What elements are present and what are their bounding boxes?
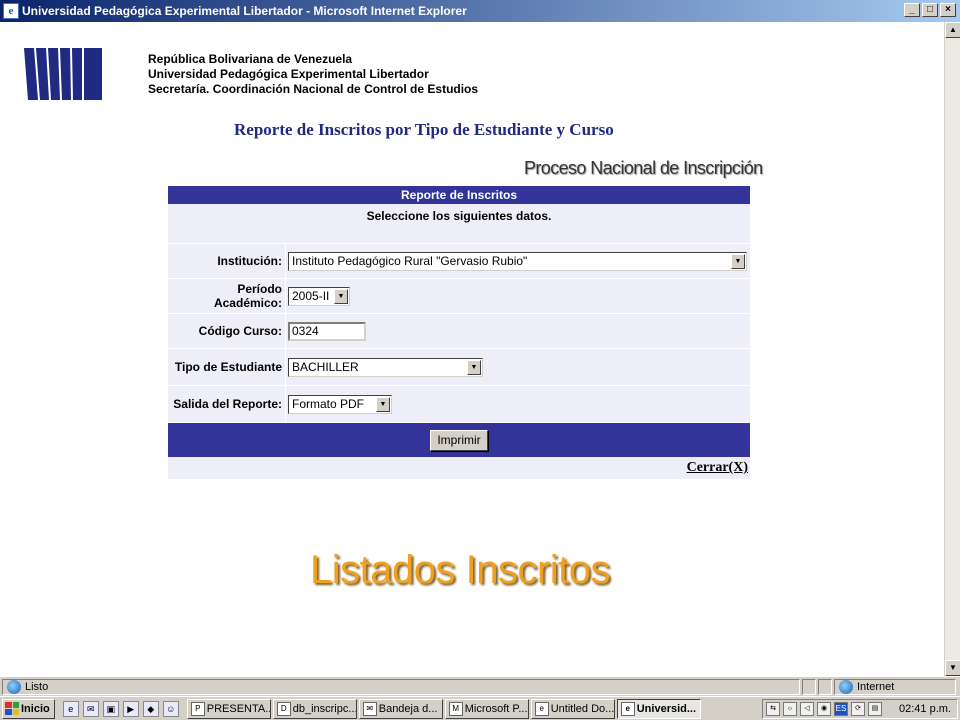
header-line-2: Universidad Pedagógica Experimental Libe… — [148, 67, 429, 81]
task-universidad[interactable]: e Universid... — [616, 698, 701, 719]
row-salida: Salida del Reporte: Formato PDF ▼ — [168, 386, 750, 423]
form-instruction: Seleccione los siguientes datos. — [168, 204, 750, 244]
header-line-1: República Bolivariana de Venezuela — [148, 52, 353, 66]
row-institucion: Institución: Instituto Pedagógico Rural … — [168, 244, 750, 279]
printer-icon[interactable]: ▤ — [868, 702, 882, 716]
form-footer: Cerrar(X) — [168, 457, 750, 479]
periodo-select[interactable]: 2005-II ▼ — [288, 286, 350, 306]
database-icon: D — [276, 701, 291, 716]
page-title: Reporte de Inscritos por Tipo de Estudia… — [234, 120, 614, 139]
salida-label: Salida del Reporte: — [168, 386, 286, 422]
tipo-select[interactable]: BACHILLER ▼ — [288, 357, 483, 377]
media-icon[interactable]: ▶ — [122, 700, 139, 717]
salida-select[interactable]: Formato PDF ▼ — [288, 394, 392, 414]
zone-text: Internet — [857, 680, 895, 693]
language-indicator[interactable]: ES — [834, 702, 848, 716]
periodo-label-line2: Académico: — [213, 296, 282, 310]
salida-value: Formato PDF — [292, 397, 365, 411]
minimize-button[interactable]: _ — [904, 3, 920, 17]
close-button[interactable]: × — [940, 3, 956, 17]
scroll-up-button[interactable]: ▲ — [945, 22, 960, 38]
tipo-label: Tipo de Estudiante — [168, 349, 286, 385]
quick-launch: e ✉ ▣ ▶ ◆ ☺ — [62, 700, 179, 717]
volume-icon[interactable]: ◁ — [800, 702, 814, 716]
codigo-label: Código Curso: — [168, 314, 286, 348]
row-periodo: Período Académico: 2005-II ▼ — [168, 279, 750, 314]
chevron-down-icon: ▼ — [376, 396, 390, 412]
windows-flag-icon — [5, 702, 19, 715]
ie-task-icon: e — [620, 701, 635, 716]
periodo-value: 2005-II — [292, 289, 330, 303]
task-untitled[interactable]: e Untitled Do... — [530, 698, 615, 719]
periodo-label-line1: Período — [237, 282, 282, 296]
status-zone: Internet — [834, 678, 956, 695]
ie-app-icon: e — [3, 3, 19, 19]
task-microsoft[interactable]: M Microsoft P... — [444, 698, 529, 719]
institution-header: República Bolivariana de Venezuela Unive… — [148, 52, 478, 97]
desktop-icon[interactable]: ▣ — [102, 700, 119, 717]
institucion-value: Instituto Pedagógico Rural "Gervasio Rub… — [292, 254, 528, 268]
mail-icon: ✉ — [362, 701, 377, 716]
sync-icon[interactable]: ⟳ — [851, 702, 865, 716]
upel-logo — [24, 48, 102, 100]
page-icon — [7, 679, 21, 694]
status-bar: Listo Internet — [0, 676, 960, 696]
chevron-down-icon: ▼ — [467, 359, 481, 375]
scroll-down-button[interactable]: ▼ — [945, 660, 960, 676]
messenger-icon[interactable]: ☺ — [162, 700, 179, 717]
status-seg-2 — [818, 678, 832, 695]
chevron-down-icon: ▼ — [731, 253, 745, 269]
network-icon[interactable]: ⇆ — [766, 702, 780, 716]
institucion-label: Institución: — [168, 244, 286, 278]
task-inbox[interactable]: ✉ Bandeja d... — [358, 698, 443, 719]
system-tray: ⇆ ☼ ◁ ◉ ES ⟳ ▤ 02:41 p.m. — [762, 699, 958, 719]
screen: e Universidad Pedagógica Experimental Li… — [0, 0, 960, 720]
window-title: Universidad Pedagógica Experimental Libe… — [22, 4, 467, 18]
app-icon[interactable]: ◆ — [142, 700, 159, 717]
status-seg-1 — [802, 678, 816, 695]
row-tipo: Tipo de Estudiante BACHILLER ▼ — [168, 349, 750, 386]
task-presentation[interactable]: P PRESENTA... — [186, 698, 271, 719]
powerpoint-icon: P — [190, 701, 205, 716]
security-icon[interactable]: ◉ — [817, 702, 831, 716]
form-action-bar: Imprimir — [168, 423, 750, 457]
close-link[interactable]: Cerrar(X) — [687, 460, 748, 475]
outlook-icon[interactable]: ✉ — [82, 700, 99, 717]
process-title: Proceso Nacional de Inscripción — [524, 158, 763, 178]
window-controls: _ □ × — [904, 3, 956, 17]
taskbar: Inicio e ✉ ▣ ▶ ◆ ☺ P PRESENTA... Ddb_insc… — [0, 696, 960, 720]
institucion-select[interactable]: Instituto Pedagógico Rural "Gervasio Rub… — [288, 251, 747, 271]
start-label: Inicio — [21, 702, 50, 715]
chevron-down-icon: ▼ — [334, 288, 348, 304]
window-titlebar[interactable]: e Universidad Pedagógica Experimental Li… — [0, 0, 960, 22]
row-codigo: Código Curso: 0324 — [168, 314, 750, 349]
print-button[interactable]: Imprimir — [430, 429, 488, 451]
maximize-button[interactable]: □ — [922, 3, 938, 17]
task-db[interactable]: Ddb_inscripc... — [272, 698, 357, 719]
globe-icon — [839, 679, 853, 694]
status-main: Listo — [2, 678, 800, 695]
office-icon: M — [448, 701, 463, 716]
start-button[interactable]: Inicio — [2, 698, 55, 719]
ie-quicklaunch-icon[interactable]: e — [62, 700, 79, 717]
clock: 02:41 p.m. — [899, 703, 951, 715]
header-line-3: Secretaría. Coordinación Nacional de Con… — [148, 82, 479, 96]
codigo-input[interactable]: 0324 — [288, 321, 366, 341]
page-content: República Bolivariana de Venezuela Unive… — [0, 22, 944, 676]
tipo-value: BACHILLER — [292, 360, 359, 374]
slide-title: Listados Inscritos — [310, 548, 611, 592]
status-text: Listo — [25, 680, 49, 693]
report-form: Reporte de Inscritos Seleccione los sigu… — [168, 186, 750, 479]
sun-clip-icon[interactable]: ☼ — [783, 702, 797, 716]
form-heading: Reporte de Inscritos — [168, 186, 750, 204]
periodo-label: Período Académico: — [168, 279, 286, 313]
vertical-scrollbar[interactable]: ▲ ▼ — [944, 22, 960, 676]
document-icon: e — [534, 701, 549, 716]
